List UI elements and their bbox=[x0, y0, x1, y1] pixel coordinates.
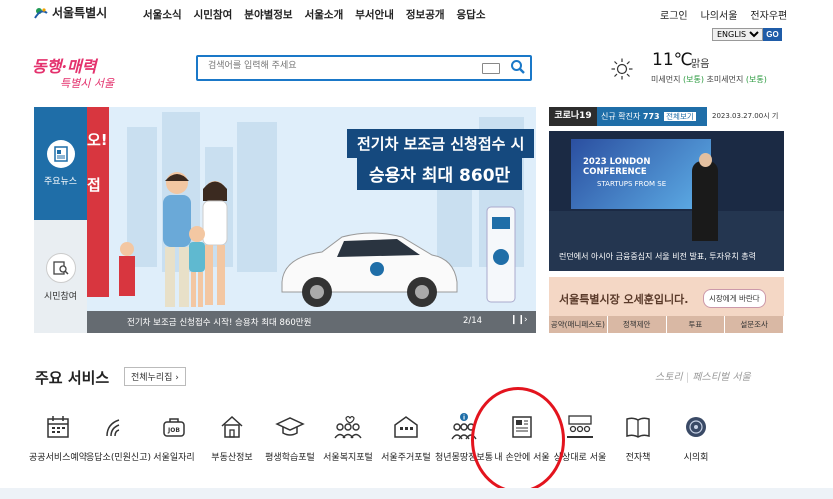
logo-text: 서울특별시 bbox=[52, 6, 108, 20]
weather-condition: 맑음 bbox=[691, 59, 710, 70]
banner-headline-1: 전기차 보조금 신청접수 시 bbox=[347, 129, 535, 158]
ebook-icon bbox=[608, 410, 668, 444]
bottom-band bbox=[0, 488, 833, 499]
login-link[interactable]: 로그인 bbox=[660, 7, 688, 22]
service-item[interactable]: 전자책 bbox=[608, 410, 668, 463]
sunny-icon bbox=[611, 58, 633, 84]
news-photo-card[interactable]: 2023 LONDON CONFERENCE STARTUPS FROM SE … bbox=[549, 131, 784, 271]
seoul-logo[interactable]: 서울특별시 bbox=[34, 4, 107, 21]
service-item[interactable]: 평생학습포털 bbox=[260, 410, 320, 463]
speaker-figure bbox=[692, 161, 718, 241]
electric-car-illustration bbox=[281, 232, 458, 307]
nav-item[interactable]: 서울소식 bbox=[143, 7, 182, 22]
house-icon bbox=[202, 410, 262, 444]
conference-screen: 2023 LONDON CONFERENCE STARTUPS FROM SE bbox=[571, 139, 711, 209]
people-heart-icon bbox=[318, 410, 378, 444]
my-seoul-link[interactable]: 나의서울 bbox=[701, 7, 738, 22]
covid-label: 코로나19 bbox=[549, 107, 597, 126]
tab-label: 시민참여 bbox=[43, 292, 78, 302]
service-icon-list: 공공서비스예약 응답소(민원신고) JOB 서울일자리 부동산정보 평생학습포털… bbox=[28, 410, 808, 463]
main-banner[interactable]: 오! 접 전기차 보조금 신청접수 시 승용차 최대 860만 전기차 보조금 … bbox=[87, 107, 536, 333]
nav-item[interactable]: 정보공개 bbox=[406, 7, 445, 22]
covid-new-cases: 신규 확진자 773 전체보기 bbox=[597, 107, 707, 126]
signal-icon bbox=[86, 410, 146, 444]
mayor-tab[interactable]: 공약(매니페스토) bbox=[549, 316, 608, 333]
banner-headline-2: 승용차 최대 860만 bbox=[357, 157, 523, 190]
nav-item[interactable]: 부서안내 bbox=[355, 7, 394, 22]
mayor-tab[interactable]: 투표 bbox=[667, 316, 726, 333]
covid-view-all-button[interactable]: 전체보기 bbox=[664, 112, 696, 121]
calendar-icon bbox=[28, 410, 88, 444]
city-slogan[interactable]: 동행·매력 특별시 서울 bbox=[32, 53, 114, 91]
language-select[interactable]: ENGLISH bbox=[712, 28, 763, 41]
news-photo-caption: 런던에서 아시아 금융중심지 서울 비전 발표, 투자유치 총력 bbox=[559, 252, 756, 261]
nav-item[interactable]: 응답소 bbox=[457, 7, 486, 22]
mayor-title: 서울특별시장 오세훈입니다. bbox=[559, 293, 689, 306]
slogan-line2: 특별시 서울 bbox=[60, 77, 115, 90]
language-selector: ENGLISH GO bbox=[712, 28, 782, 41]
covid-status-bar: 코로나19 신규 확진자 773 전체보기 2023.03.27.00시 기준 bbox=[549, 107, 784, 139]
svg-text:JOB: JOB bbox=[167, 427, 180, 434]
search-box bbox=[196, 55, 532, 81]
main-nav: 서울소식 시민참여 분야별정보 서울소개 부서안내 정보공개 응답소 bbox=[143, 7, 486, 22]
service-item[interactable]: 서울복지포털 bbox=[318, 410, 378, 463]
graduation-cap-icon bbox=[260, 410, 320, 444]
highlight-circle bbox=[471, 387, 565, 493]
tab-citizen-participation[interactable]: 시민참여 bbox=[34, 220, 87, 333]
search-icon[interactable] bbox=[510, 59, 526, 79]
banner-page-indicator: 2/14 bbox=[463, 316, 483, 326]
pause-icon[interactable]: ❙❙ bbox=[510, 315, 525, 325]
service-item[interactable]: 서울주거포털 bbox=[376, 410, 436, 463]
news-icon bbox=[46, 140, 75, 168]
story-festival-links[interactable]: 스토리 | 페스티벌 서울 bbox=[655, 368, 751, 383]
tab-main-news[interactable]: 주요뉴스 bbox=[34, 107, 87, 220]
svg-text:i: i bbox=[463, 415, 465, 422]
dust-info: 미세먼지 (보통) 초미세먼지 (보통) bbox=[651, 75, 767, 84]
virtual-keyboard-icon[interactable] bbox=[482, 63, 500, 74]
service-item[interactable]: 시의회 bbox=[666, 410, 726, 463]
service-item[interactable]: 응답소(민원신고) bbox=[86, 410, 151, 463]
mayor-tabs: 공약(매니페스토) 정책제안 투표 설문조사 bbox=[549, 316, 784, 333]
services-title: 주요 서비스 bbox=[35, 369, 110, 387]
council-emblem-icon bbox=[666, 410, 726, 444]
email-link[interactable]: 전자우편 bbox=[750, 7, 787, 22]
next-arrow-icon[interactable]: › bbox=[524, 315, 528, 325]
family-illustration bbox=[119, 172, 228, 307]
nav-item[interactable]: 서울소개 bbox=[305, 7, 344, 22]
slogan-line1: 동행·매력 bbox=[32, 57, 97, 76]
utility-nav: 로그인 나의서울 전자우편 bbox=[660, 7, 787, 22]
side-red-strip: 오! 접 bbox=[87, 107, 109, 297]
job-icon: JOB bbox=[144, 410, 204, 444]
ev-charger-illustration bbox=[486, 206, 516, 303]
nav-item[interactable]: 시민참여 bbox=[194, 7, 233, 22]
banner-caption: 전기차 보조금 신청접수 시작! 승용차 최대 860만원 bbox=[127, 318, 312, 328]
building-icon bbox=[376, 410, 436, 444]
mayor-request-button[interactable]: 시장에게 바란다 bbox=[703, 289, 766, 308]
all-sites-button[interactable]: 전체누리집 › bbox=[124, 367, 186, 386]
mayor-tab[interactable]: 정책제안 bbox=[608, 316, 667, 333]
service-item[interactable]: 공공서비스예약 bbox=[28, 410, 88, 463]
nav-item[interactable]: 분야별정보 bbox=[244, 7, 292, 22]
search-input[interactable] bbox=[206, 60, 480, 72]
banner-caption-bar: 전기차 보조금 신청접수 시작! 승용차 최대 860만원 2/14 ❙❙ › bbox=[87, 311, 536, 333]
seoul-logo-icon bbox=[34, 6, 48, 20]
language-go-button[interactable]: GO bbox=[763, 28, 782, 41]
mayor-tab[interactable]: 설문조사 bbox=[725, 316, 784, 333]
tab-label: 주요뉴스 bbox=[43, 177, 78, 187]
temperature: 11℃ bbox=[652, 50, 693, 70]
magnifier-doc-icon bbox=[45, 253, 76, 283]
service-item[interactable]: JOB 서울일자리 bbox=[144, 410, 204, 463]
service-item[interactable]: 부동산정보 bbox=[202, 410, 262, 463]
